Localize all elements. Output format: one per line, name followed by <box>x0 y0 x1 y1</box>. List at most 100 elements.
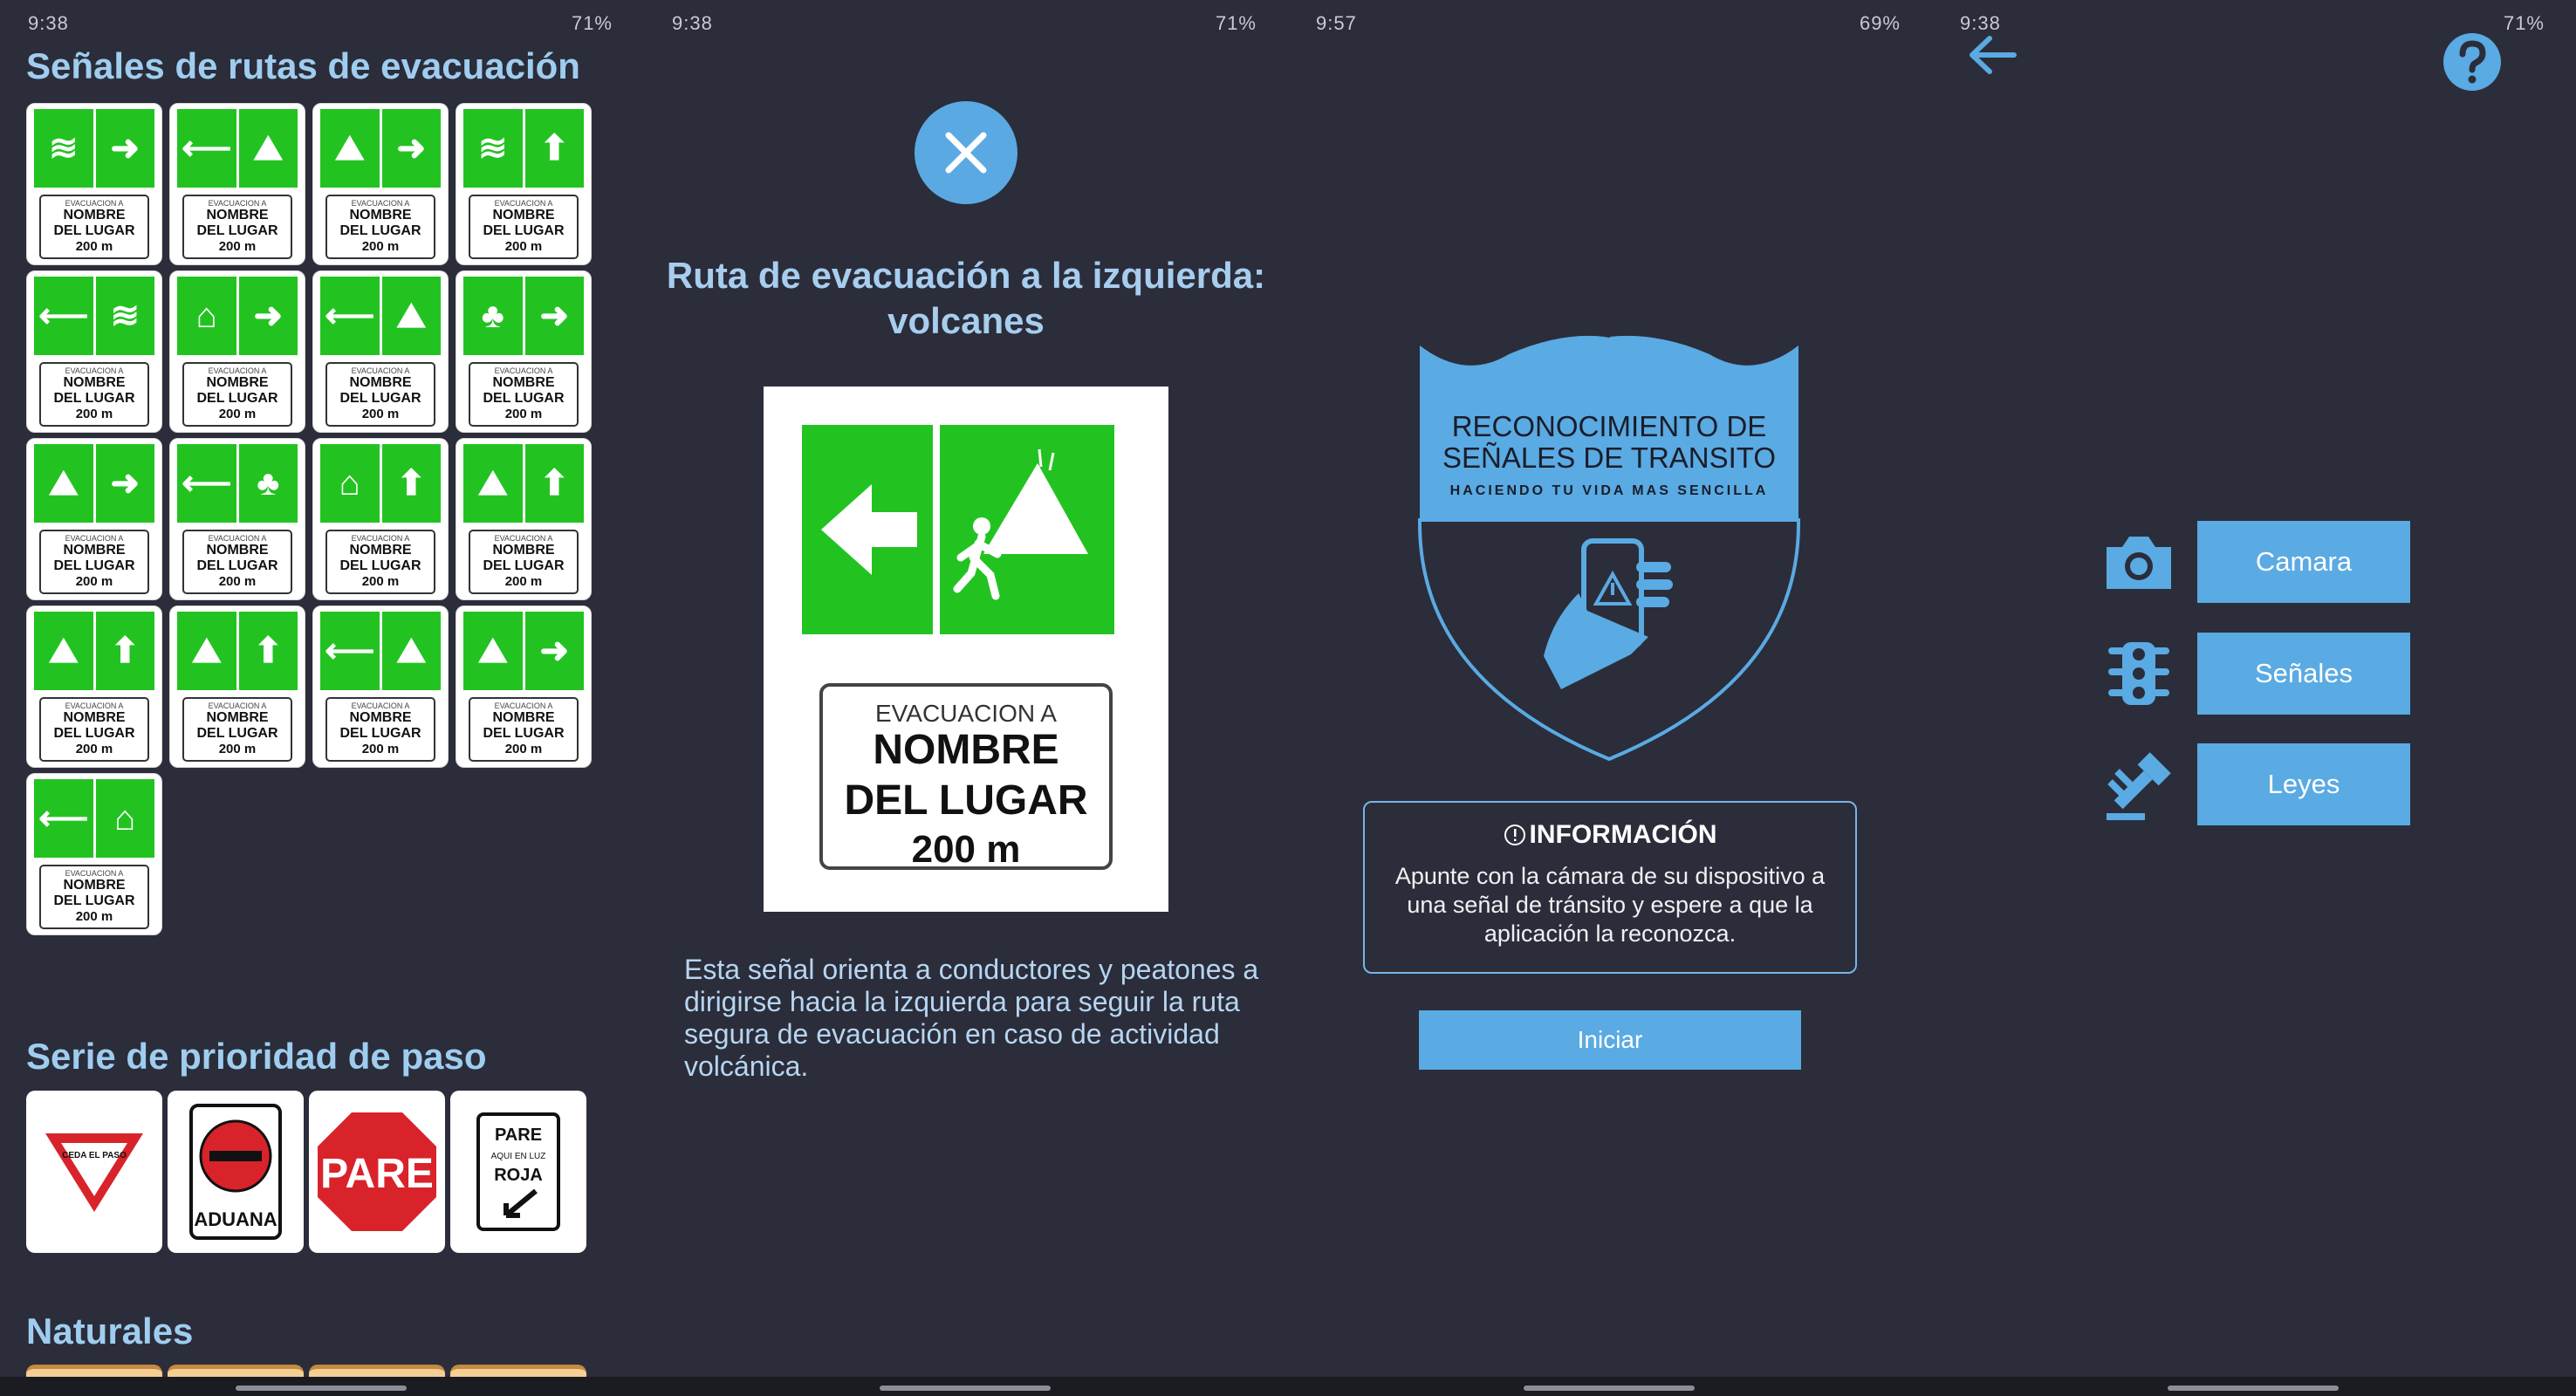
sign-plate: EVACUACION A NOMBRE DEL LUGAR 200 m <box>39 194 149 259</box>
plate-small-text: EVACUACION A <box>65 199 124 209</box>
evacuation-sign-tile[interactable]: ⟵ ⛰ EVACUACION A NOMBRE DEL LUGAR 200 m <box>312 270 449 433</box>
home-indicator[interactable] <box>236 1386 407 1391</box>
help-icon[interactable] <box>2442 31 2503 92</box>
home-indicator[interactable] <box>1524 1386 1695 1391</box>
yield-sign-tile[interactable]: CEDA EL PASO <box>26 1091 162 1253</box>
plate-small-text: EVACUACION A <box>65 534 124 544</box>
status-time: 9:38 <box>28 12 69 34</box>
plate-line1: NOMBRE <box>63 208 126 223</box>
plate-line2: DEL LUGAR <box>483 391 565 407</box>
sign-pictogram: ⛰ ➜ <box>320 109 441 188</box>
stop-here-sign-icon: PARE AQUI EN LUZ ROJA <box>476 1112 560 1231</box>
evacuation-sign-grid: ≋ ➜ EVACUACION A NOMBRE DEL LUGAR 200 m ⟵ ⛰ EVAC… <box>26 103 593 935</box>
plate-small-text: EVACUACION A <box>208 199 267 209</box>
menu-item-camera[interactable]: Camara <box>2100 521 2410 603</box>
sign-plate-small: EVACUACION A <box>875 700 1057 727</box>
sign-pictogram: ⟵ ⌂ <box>34 779 154 858</box>
sign-plate: EVACUACION A NOMBRE DEL LUGAR 200 m <box>182 361 292 427</box>
evacuation-sign-tile[interactable]: ⟵ ⛰ EVACUACION A NOMBRE DEL LUGAR 200 m <box>169 103 305 265</box>
sign-pictogram-left: ⟵ <box>177 109 236 188</box>
stop-sign-tile[interactable]: PARE <box>309 1091 445 1253</box>
plate-distance: 200 m <box>361 742 400 757</box>
laws-button[interactable]: Leyes <box>2197 743 2410 825</box>
evacuation-sign-tile[interactable]: ⟵ ⛰ EVACUACION A NOMBRE DEL LUGAR 200 m <box>312 606 449 768</box>
sign-pictogram-right: ⬆ <box>238 612 298 690</box>
evacuation-sign-tile[interactable]: ⛰ ⬆ EVACUACION A NOMBRE DEL LUGAR 200 m <box>456 438 592 600</box>
sign-pictogram-right: ➜ <box>524 277 584 355</box>
section-title-natural: Naturales <box>26 1310 194 1352</box>
sign-pictogram-left: ♣ <box>463 277 523 355</box>
plate-distance: 200 m <box>361 407 400 422</box>
plate-line2: DEL LUGAR <box>196 391 278 407</box>
evacuation-sign-tile[interactable]: ⟵ ⌂ EVACUACION A NOMBRE DEL LUGAR 200 m <box>26 773 162 935</box>
plate-distance: 200 m <box>75 239 113 255</box>
status-time: 9:38 <box>1960 12 2001 34</box>
home-indicator[interactable] <box>880 1386 1051 1391</box>
sign-pictogram-left: ⟵ <box>320 612 380 690</box>
plate-line1: NOMBRE <box>492 710 555 726</box>
customs-sign-icon: ADUANA <box>189 1104 282 1240</box>
stop-here-line3: ROJA <box>494 1166 543 1185</box>
customs-sign-tile[interactable]: ADUANA <box>168 1091 304 1253</box>
sign-pictogram: ⟵ ≋ <box>34 277 154 355</box>
camera-button[interactable]: Camara <box>2197 521 2410 603</box>
evacuation-sign-tile[interactable]: ⛰ ⬆ EVACUACION A NOMBRE DEL LUGAR 200 m <box>169 606 305 768</box>
evacuation-volcano-sign-icon: EVACUACION A NOMBRE DEL LUGAR 200 m <box>802 425 1114 871</box>
evacuation-sign-tile[interactable]: ≋ ⬆ EVACUACION A NOMBRE DEL LUGAR 200 m <box>456 103 592 265</box>
menu-item-laws[interactable]: Leyes <box>2100 743 2410 825</box>
evacuation-sign-tile[interactable]: ♣ ➜ EVACUACION A NOMBRE DEL LUGAR 200 m <box>456 270 592 433</box>
sign-pictogram-left: ⛰ <box>320 109 380 188</box>
evacuation-sign-tile[interactable]: ⛰ ⬆ EVACUACION A NOMBRE DEL LUGAR 200 m <box>26 606 162 768</box>
evacuation-sign-tile[interactable]: ⌂ ⬆ EVACUACION A NOMBRE DEL LUGAR 200 m <box>312 438 449 600</box>
status-battery: 71% <box>1215 12 1257 34</box>
plate-line1: NOMBRE <box>63 375 126 391</box>
stop-here-sign-tile[interactable]: PARE AQUI EN LUZ ROJA <box>450 1091 586 1253</box>
sign-plate-distance: 200 m <box>912 828 1021 871</box>
evacuation-sign-tile[interactable]: ⛰ ➜ EVACUACION A NOMBRE DEL LUGAR 200 m <box>456 606 592 768</box>
evacuation-sign-tile[interactable]: ⛰ ➜ EVACUACION A NOMBRE DEL LUGAR 200 m <box>312 103 449 265</box>
plate-line1: NOMBRE <box>206 710 269 726</box>
plate-line1: NOMBRE <box>349 375 412 391</box>
home-indicator[interactable] <box>2168 1386 2339 1391</box>
evacuation-sign-tile[interactable]: ⌂ ➜ EVACUACION A NOMBRE DEL LUGAR 200 m <box>169 270 305 433</box>
menu-item-signs[interactable]: Señales <box>2100 633 2410 715</box>
plate-distance: 200 m <box>504 742 543 757</box>
signs-button[interactable]: Señales <box>2197 633 2410 715</box>
start-button[interactable]: Iniciar <box>1419 1010 1801 1070</box>
sign-pictogram-right: ♣ <box>238 444 298 523</box>
plate-line1: NOMBRE <box>206 543 269 558</box>
sign-pictogram: ⟵ ♣ <box>177 444 298 523</box>
sign-plate-line1: NOMBRE <box>873 727 1058 773</box>
sign-pictogram-left: ⛰ <box>463 444 523 523</box>
plate-line1: NOMBRE <box>63 878 126 893</box>
close-button[interactable] <box>915 101 1017 204</box>
gavel-icon <box>2107 752 2171 820</box>
plate-distance: 200 m <box>504 407 543 422</box>
plate-line1: NOMBRE <box>492 208 555 223</box>
evacuation-sign-tile[interactable]: ⟵ ≋ EVACUACION A NOMBRE DEL LUGAR 200 m <box>26 270 162 433</box>
plate-line2: DEL LUGAR <box>53 391 135 407</box>
plate-small-text: EVACUACION A <box>65 869 124 879</box>
logo-line1: RECONOCIMIENTO DE <box>1452 410 1767 442</box>
plate-small-text: EVACUACION A <box>494 199 553 209</box>
plate-small-text: EVACUACION A <box>494 701 553 711</box>
evacuation-sign-tile[interactable]: ≋ ➜ EVACUACION A NOMBRE DEL LUGAR 200 m <box>26 103 162 265</box>
plate-line2: DEL LUGAR <box>339 726 421 742</box>
sign-plate: EVACUACION A NOMBRE DEL LUGAR 200 m <box>39 361 149 427</box>
stop-sign-text: PARE <box>320 1151 434 1197</box>
back-arrow-icon[interactable] <box>1967 33 2019 77</box>
main-menu-screen: 9:38 71% Camara Señales Leyes <box>1932 0 2576 1396</box>
evacuation-sign-tile[interactable]: ⟵ ♣ EVACUACION A NOMBRE DEL LUGAR 200 m <box>169 438 305 600</box>
plate-distance: 200 m <box>361 574 400 590</box>
sign-detail-screen: 9:38 71% Ruta de evacuación a la izquier… <box>644 0 1288 1396</box>
info-box: INFORMACIÓN Apunte con la cámara de su d… <box>1363 801 1857 974</box>
sign-pictogram: ⛰ ⬆ <box>463 444 584 523</box>
plate-small-text: EVACUACION A <box>208 534 267 544</box>
sign-description: Esta señal orienta a conductores y peato… <box>684 954 1259 1082</box>
sign-pictogram-right: ➜ <box>238 277 298 355</box>
sign-pictogram-right: ⌂ <box>95 779 154 858</box>
section-title-evacuation: Señales de rutas de evacuación <box>26 45 580 86</box>
plate-line2: DEL LUGAR <box>53 223 135 239</box>
sign-plate: EVACUACION A NOMBRE DEL LUGAR 200 m <box>325 529 435 594</box>
evacuation-sign-tile[interactable]: ⛰ ➜ EVACUACION A NOMBRE DEL LUGAR 200 m <box>26 438 162 600</box>
